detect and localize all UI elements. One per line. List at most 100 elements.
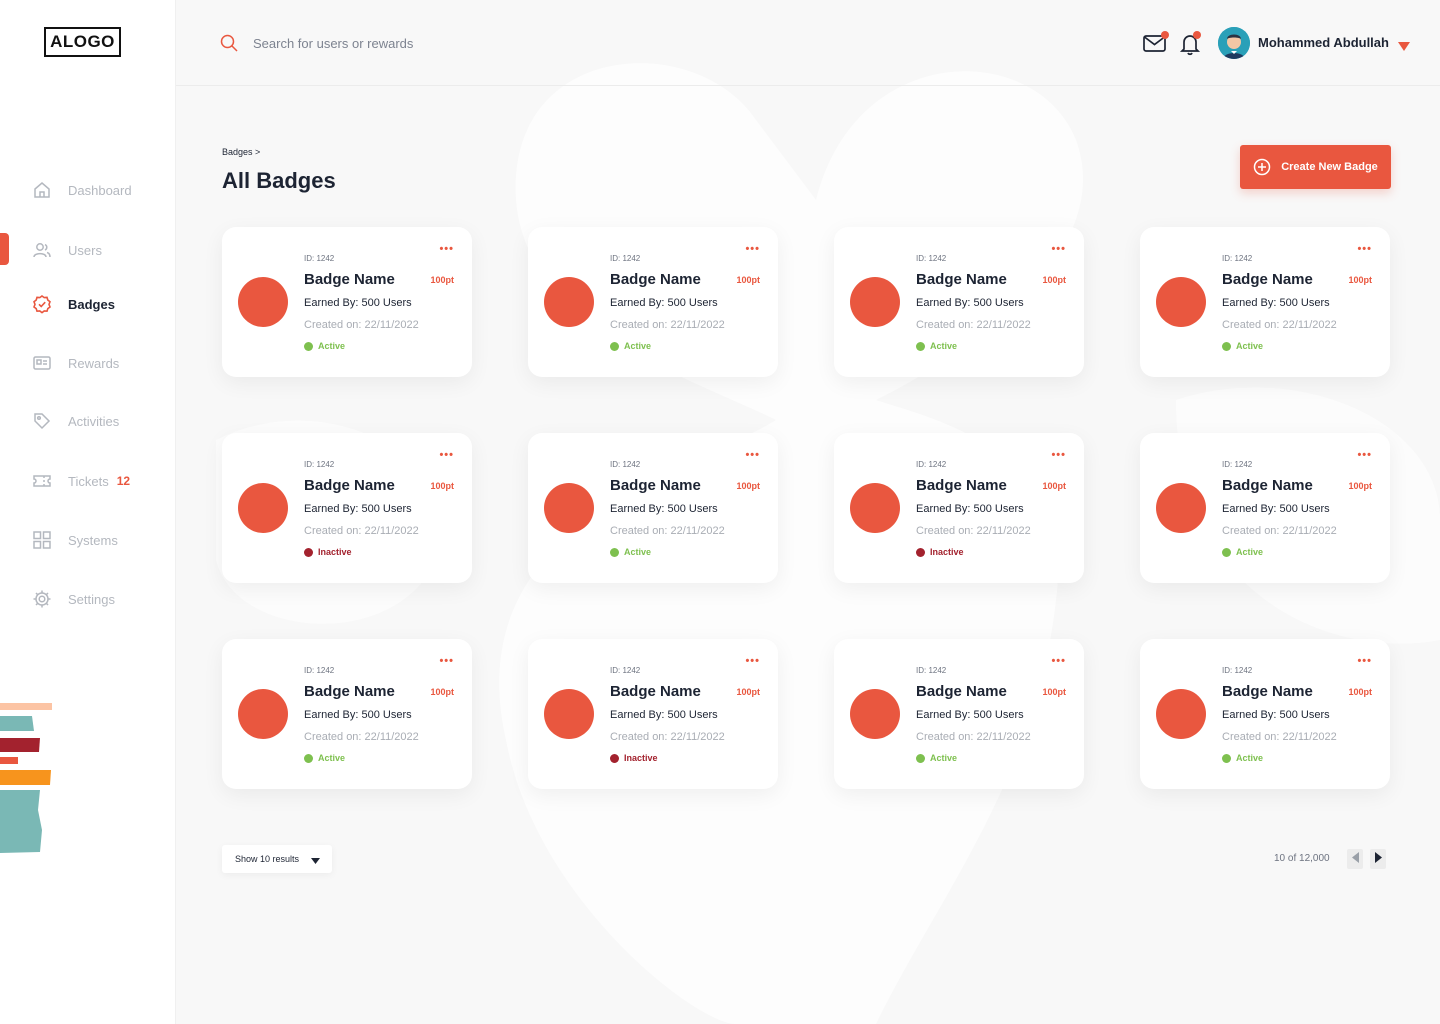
badge-image	[1156, 689, 1206, 739]
notifications-dot	[1193, 31, 1201, 39]
logo[interactable]: ALOGO	[44, 27, 121, 57]
badge-id: ID: 1242	[916, 254, 947, 263]
tickets-count-badge: 12	[116, 474, 131, 488]
badge-id: ID: 1242	[610, 666, 641, 675]
user-name[interactable]: Mohammed Abdullah	[1258, 35, 1389, 50]
search-input[interactable]	[253, 30, 553, 56]
badge-card[interactable]: ••• ID: 1242 Badge Name 100pt Earned By: 500…	[222, 433, 472, 583]
search-icon	[220, 34, 238, 57]
badge-card[interactable]: ••• ID: 1242 Badge Name 100pt Earned By: 500…	[1140, 227, 1390, 377]
badge-name: Badge Name	[304, 683, 395, 700]
sidebar-item-badges[interactable]: Badges	[32, 292, 115, 316]
badge-id: ID: 1242	[304, 254, 335, 263]
chevron-down-icon[interactable]	[1398, 38, 1410, 56]
sidebar-item-systems[interactable]: Systems	[32, 528, 118, 552]
badge-points: 100pt	[1042, 481, 1066, 491]
sidebar-item-tickets[interactable]: Tickets 12	[32, 469, 130, 493]
previous-page-button[interactable]	[1347, 849, 1363, 869]
top-bar: Mohammed Abdullah	[176, 0, 1440, 86]
badge-earned-by: Earned By: 500 Users	[610, 709, 718, 721]
status-badge: Inactive	[916, 547, 964, 557]
badge-card[interactable]: ••• ID: 1242 Badge Name 100pt Earned By: 500…	[1140, 433, 1390, 583]
notifications-button[interactable]	[1178, 30, 1204, 56]
badge-name: Badge Name	[610, 271, 701, 288]
sidebar-item-label: Badges	[68, 296, 115, 312]
avatar[interactable]	[1218, 27, 1250, 59]
next-page-button[interactable]	[1370, 849, 1386, 869]
active-nav-marker	[0, 233, 9, 265]
more-options-icon[interactable]: •••	[1357, 243, 1372, 255]
more-options-icon[interactable]: •••	[1051, 449, 1066, 461]
badge-image	[544, 689, 594, 739]
sidebar-item-users[interactable]: Users	[32, 238, 102, 262]
badge-image	[850, 689, 900, 739]
badge-card[interactable]: ••• ID: 1242 Badge Name 100pt Earned By: 500…	[528, 227, 778, 377]
badge-earned-by: Earned By: 500 Users	[304, 709, 412, 721]
badge-name: Badge Name	[916, 683, 1007, 700]
badge-card[interactable]: ••• ID: 1242 Badge Name 100pt Earned By: 500…	[528, 433, 778, 583]
status-label: Active	[318, 341, 346, 351]
sidebar-item-dashboard[interactable]: Dashboard	[32, 178, 132, 202]
more-options-icon[interactable]: •••	[439, 449, 454, 461]
more-options-icon[interactable]: •••	[439, 243, 454, 255]
more-options-icon[interactable]: •••	[439, 655, 454, 667]
status-dot	[304, 547, 313, 557]
badge-image	[544, 483, 594, 533]
status-label: Active	[624, 341, 652, 351]
status-dot	[1222, 753, 1231, 763]
more-options-icon[interactable]: •••	[1051, 655, 1066, 667]
create-button-label: Create New Badge	[1281, 161, 1378, 173]
badge-earned-by: Earned By: 500 Users	[1222, 709, 1330, 721]
results-per-page-label: Show 10 results	[235, 854, 300, 864]
more-options-icon[interactable]: •••	[1051, 243, 1066, 255]
badge-card[interactable]: ••• ID: 1242 Badge Name 100pt Earned By: 500…	[528, 639, 778, 789]
more-options-icon[interactable]: •••	[745, 243, 760, 255]
more-options-icon[interactable]: •••	[1357, 655, 1372, 667]
more-options-icon[interactable]: •••	[1357, 449, 1372, 461]
status-dot	[304, 753, 313, 763]
status-badge: Active	[1222, 753, 1263, 763]
status-dot	[1222, 547, 1231, 557]
badge-card[interactable]: ••• ID: 1242 Badge Name 100pt Earned By: 500…	[1140, 639, 1390, 789]
status-badge: Inactive	[610, 753, 658, 763]
badge-card[interactable]: ••• ID: 1242 Badge Name 100pt Earned By: 500…	[222, 227, 472, 377]
sidebar-item-settings[interactable]: Settings	[32, 587, 115, 611]
badge-points: 100pt	[736, 481, 760, 491]
badge-id: ID: 1242	[610, 460, 641, 469]
messages-button[interactable]	[1142, 30, 1169, 56]
status-dot	[304, 341, 313, 351]
sidebar-item-rewards[interactable]: Rewards	[32, 351, 119, 375]
badge-points: 100pt	[1348, 481, 1372, 491]
badge-created-on: Created on: 22/11/2022	[916, 319, 1031, 331]
badge-earned-by: Earned By: 500 Users	[916, 503, 1024, 515]
pagination-info: 10 of 12,000	[1274, 853, 1330, 864]
status-dot	[610, 547, 619, 557]
status-label: Active	[624, 547, 652, 557]
more-options-icon[interactable]: •••	[745, 449, 760, 461]
badge-points: 100pt	[430, 687, 454, 697]
badge-points: 100pt	[1042, 275, 1066, 285]
badge-card[interactable]: ••• ID: 1242 Badge Name 100pt Earned By: 500…	[834, 227, 1084, 377]
badge-id: ID: 1242	[1222, 254, 1253, 263]
badge-card[interactable]: ••• ID: 1242 Badge Name 100pt Earned By: 500…	[834, 433, 1084, 583]
more-options-icon[interactable]: •••	[745, 655, 760, 667]
create-new-badge-button[interactable]: Create New Badge	[1240, 145, 1391, 189]
results-per-page-select[interactable]: Show 10 results	[222, 845, 332, 873]
badge-name: Badge Name	[1222, 683, 1313, 700]
badge-id: ID: 1242	[1222, 460, 1253, 469]
status-dot	[1222, 341, 1231, 351]
badge-image	[850, 483, 900, 533]
badge-card[interactable]: ••• ID: 1242 Badge Name 100pt Earned By: 500…	[834, 639, 1084, 789]
badge-image	[1156, 483, 1206, 533]
status-badge: Inactive	[304, 547, 352, 557]
sidebar-item-activities[interactable]: Activities	[32, 409, 119, 433]
badge-earned-by: Earned By: 500 Users	[304, 503, 412, 515]
sidebar-item-label: Rewards	[68, 355, 120, 371]
grid-icon	[32, 530, 52, 550]
badge-earned-by: Earned By: 500 Users	[610, 503, 718, 515]
breadcrumb[interactable]: Badges >	[222, 147, 260, 157]
badge-created-on: Created on: 22/11/2022	[916, 525, 1031, 537]
badge-card[interactable]: ••• ID: 1242 Badge Name 100pt Earned By: 500…	[222, 639, 472, 789]
badge-earned-by: Earned By: 500 Users	[1222, 297, 1330, 309]
sidebar-item-label: Activities	[68, 413, 120, 429]
